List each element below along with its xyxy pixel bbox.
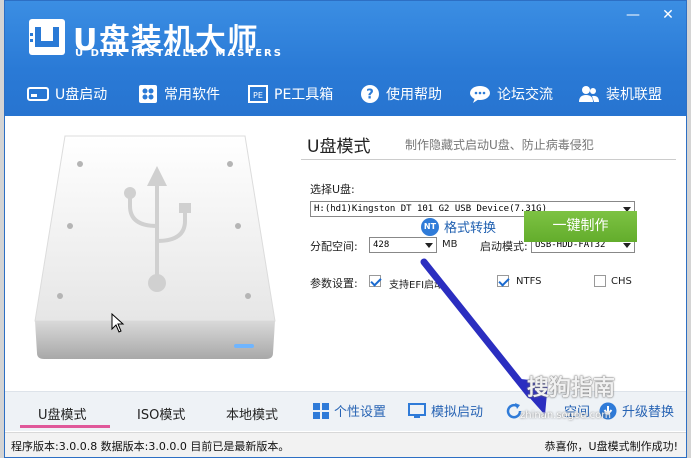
ntfs-convert-icon: NT <box>421 217 439 236</box>
drive-illustration-panel <box>5 116 295 391</box>
nav-item-pe-toolbox[interactable]: PE PE工具箱 <box>248 79 333 109</box>
status-bar: 程序版本:3.0.0.8 数据版本:3.0.0.0 目前已是最新版本。 恭喜你，… <box>5 432 686 457</box>
top-nav: U盘启动 常用软件 PE PE工具箱 ? 使用帮助 论坛交流 装机联盟 <box>5 79 686 109</box>
nav-item-label: 常用软件 <box>164 87 220 103</box>
alloc-space-value: 428 <box>373 240 390 250</box>
monitor-icon <box>408 402 426 418</box>
nav-item-label: PE工具箱 <box>274 87 334 103</box>
apps-icon <box>139 85 157 103</box>
simulate-boot-button[interactable]: 模拟启动 <box>408 401 483 420</box>
nav-item-usb-boot[interactable]: U盘启动 <box>27 79 107 109</box>
upgrade-label: 升级替换 <box>622 405 675 420</box>
select-disk-label: 选择U盘: <box>310 183 355 196</box>
close-button[interactable]: ✕ <box>657 7 679 23</box>
nav-item-label: 论坛交流 <box>497 87 553 103</box>
usb-drive-icon <box>27 87 49 101</box>
alloc-unit: MB <box>442 239 458 250</box>
personalize-label: 个性设置 <box>334 405 387 420</box>
nav-item-label: U盘启动 <box>55 87 108 103</box>
tab-usb-mode[interactable]: U盘模式 <box>38 404 87 423</box>
minimize-button[interactable]: — <box>622 7 644 23</box>
nav-item-software[interactable]: 常用软件 <box>138 79 220 109</box>
ntfs-label: NTFS <box>516 276 542 287</box>
boot-mode-label: 启动模式: <box>480 240 528 253</box>
chevron-down-icon <box>425 243 433 248</box>
params-label: 参数设置: <box>310 277 358 290</box>
help-icon: ? <box>361 85 379 103</box>
alloc-space-select[interactable]: 428 <box>369 237 437 253</box>
nav-item-alliance[interactable]: 装机联盟 <box>578 79 662 109</box>
mouse-cursor-icon <box>111 313 125 333</box>
users-icon <box>579 86 599 102</box>
chat-icon <box>470 86 490 103</box>
personalize-button[interactable]: 个性设置 <box>313 401 386 420</box>
watermark-url: zhinan.sogou.com <box>520 410 612 421</box>
success-message: 恭喜你，U盘模式制作成功! <box>544 440 678 453</box>
tab-local-mode[interactable]: 本地模式 <box>226 404 278 423</box>
active-tab-indicator <box>20 425 110 428</box>
nav-item-forum[interactable]: 论坛交流 <box>469 79 553 109</box>
svg-text:?: ? <box>366 88 374 103</box>
one-click-make-button[interactable]: 一键制作 <box>524 211 637 242</box>
efi-checkbox[interactable] <box>369 275 381 287</box>
svg-text:PE: PE <box>253 91 263 100</box>
divider <box>301 159 676 160</box>
mode-description: 制作隐藏式启动U盘、防止病毒侵犯 <box>405 138 594 152</box>
brand-subtitle: U DISK INSTALLED MASTERS <box>75 48 283 59</box>
efi-label: 支持EFI启动 <box>389 280 445 291</box>
format-convert-label: 格式转换 <box>444 221 497 236</box>
main-panel: U盘模式 制作隐藏式启动U盘、防止病毒侵犯 选择U盘: H:(hd1)Kings… <box>5 116 686 391</box>
tab-iso-mode[interactable]: ISO模式 <box>137 404 185 423</box>
alloc-space-label: 分配空间: <box>310 240 358 253</box>
simulate-boot-label: 模拟启动 <box>431 405 484 420</box>
pe-toolbox-icon: PE <box>248 85 268 103</box>
chevron-down-icon <box>623 243 631 248</box>
chs-label: CHS <box>611 276 632 287</box>
nav-item-label: 装机联盟 <box>606 87 662 103</box>
format-convert-link[interactable]: NT 格式转换 <box>421 217 496 236</box>
ntfs-checkbox[interactable] <box>497 275 509 287</box>
header: U盘装机大师 U DISK INSTALLED MASTERS — ✕ U盘启动… <box>5 1 686 116</box>
version-status: 程序版本:3.0.0.8 数据版本:3.0.0.0 目前已是最新版本。 <box>11 440 290 453</box>
chs-checkbox[interactable] <box>594 275 606 287</box>
disk-select-value: H:(hd1)Kingston DT 101 G2 USB Device(7.3… <box>314 204 547 214</box>
nav-item-help[interactable]: ? 使用帮助 <box>360 79 442 109</box>
nav-item-label: 使用帮助 <box>386 87 442 103</box>
windows-grid-icon <box>313 402 329 419</box>
watermark: 搜狗指南 <box>527 376 616 401</box>
usb-drive-illustration <box>34 135 276 359</box>
mode-title: U盘模式 <box>307 137 371 157</box>
usb-logo-icon <box>29 19 65 55</box>
